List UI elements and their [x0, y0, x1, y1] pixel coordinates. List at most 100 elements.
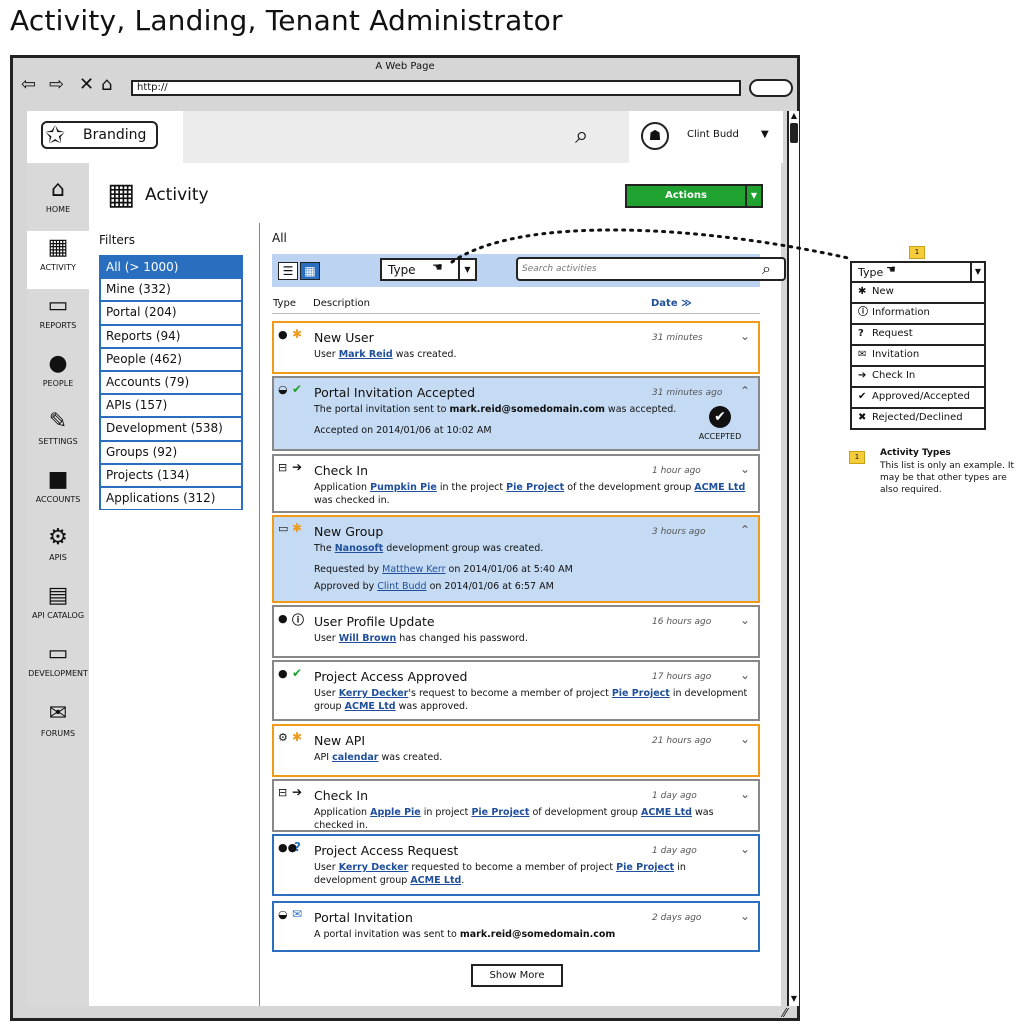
- application-link[interactable]: Pumpkin Pie: [370, 482, 437, 493]
- type-option-approved[interactable]: ✔ Approved/Accepted: [850, 388, 986, 409]
- user-menu[interactable]: ☗ Clint Budd ▼: [629, 111, 783, 163]
- scroll-thumb[interactable]: [790, 123, 798, 143]
- user-link[interactable]: Matthew Kerr: [382, 564, 445, 575]
- activity-description: User Will Brown has changed his password…: [314, 633, 750, 646]
- caret-down-icon[interactable]: ▼: [970, 263, 984, 281]
- chevron-down-icon[interactable]: ⌄: [740, 732, 750, 746]
- filter-all[interactable]: All (> 1000): [99, 255, 243, 279]
- close-icon[interactable]: ✕: [79, 76, 94, 94]
- user-link[interactable]: Clint Budd: [377, 581, 426, 592]
- nav-forums[interactable]: ✉ FORUMS: [27, 697, 89, 755]
- resize-grip-icon[interactable]: ⁄⁄: [783, 1006, 787, 1020]
- chevron-down-icon[interactable]: ⌄: [740, 613, 750, 627]
- type-option-new[interactable]: ✱ New: [850, 283, 986, 304]
- type-option-request[interactable]: ? Request: [850, 325, 986, 346]
- type-select[interactable]: Type ☚ ▼: [380, 258, 477, 281]
- filter-portal[interactable]: Portal (204): [99, 301, 243, 325]
- user-link[interactable]: Mark Reid: [339, 349, 393, 360]
- nav-activity[interactable]: ▦ ACTIVITY: [27, 231, 89, 289]
- application-link[interactable]: Apple Pie: [370, 807, 421, 818]
- text: 's request to become a member of project: [408, 688, 612, 699]
- api-link[interactable]: calendar: [332, 752, 378, 763]
- chevron-down-icon[interactable]: ⌄: [740, 842, 750, 856]
- chevron-up-icon[interactable]: ⌃: [740, 523, 750, 537]
- filter-development[interactable]: Development (538): [99, 417, 243, 441]
- type-option-rejected[interactable]: ✖ Rejected/Declined: [850, 409, 986, 430]
- caret-down-icon[interactable]: ▼: [745, 186, 761, 206]
- project-link[interactable]: Pie Project: [471, 807, 529, 818]
- scroll-down-icon[interactable]: ▼: [789, 994, 799, 1004]
- chevron-up-icon[interactable]: ⌃: [740, 384, 750, 398]
- activity-title: Check In: [314, 463, 369, 478]
- type-option-information[interactable]: ⓘ Information: [850, 304, 986, 325]
- activity-card-project-access-request[interactable]: ●● ? Project Access Request 1 day ago ⌄ …: [272, 834, 760, 896]
- user-link[interactable]: Kerry Decker: [339, 862, 409, 873]
- grid-view-icon[interactable]: ▦: [300, 262, 320, 280]
- nav-apis[interactable]: ⚙ APIS: [27, 521, 89, 579]
- type-option-check-in[interactable]: ➔ Check In: [850, 367, 986, 388]
- nav-api-catalog[interactable]: ▤ API CATALOG: [27, 579, 89, 637]
- group-link[interactable]: ACME Ltd: [410, 875, 461, 886]
- search-icon[interactable]: ⌕: [762, 259, 771, 279]
- filter-people[interactable]: People (462): [99, 347, 243, 371]
- activity-card-portal-invitation[interactable]: ◒ ✉ Portal Invitation 2 days ago ⌄ A por…: [272, 901, 760, 952]
- chevron-down-icon[interactable]: ⌄: [740, 668, 750, 682]
- nav-reports[interactable]: ▭ REPORTS: [27, 289, 89, 347]
- nav-home[interactable]: ⌂ HOME: [27, 173, 89, 231]
- chevron-down-icon[interactable]: ⌄: [740, 462, 750, 476]
- activity-time: 16 hours ago: [652, 617, 712, 627]
- caret-down-icon[interactable]: ▼: [761, 129, 769, 140]
- caret-down-icon[interactable]: ▼: [458, 260, 475, 279]
- branding-button[interactable]: ✩ Branding: [41, 121, 158, 149]
- asterisk-icon: ✱: [292, 730, 303, 744]
- project-link[interactable]: Pie Project: [612, 688, 670, 699]
- user-link[interactable]: Will Brown: [339, 633, 397, 644]
- nav-settings[interactable]: ✎ SETTINGS: [27, 405, 89, 463]
- nav-label: DEVELOPMENT: [28, 669, 88, 678]
- filter-apis[interactable]: APIs (157): [99, 394, 243, 418]
- filter-projects[interactable]: Projects (134): [99, 463, 243, 487]
- column-header-date[interactable]: Date ≫: [651, 298, 692, 309]
- vertical-scrollbar[interactable]: ▲ ▼: [787, 111, 799, 1006]
- scroll-up-icon[interactable]: ▲: [789, 111, 799, 121]
- group-link[interactable]: ACME Ltd: [694, 482, 745, 493]
- type-select-expanded[interactable]: Type ☚ ▼: [850, 261, 986, 283]
- group-link[interactable]: ACME Ltd: [345, 701, 396, 712]
- activity-card-portal-invitation-accepted[interactable]: ◒ ✔ Portal Invitation Accepted 31 minute…: [272, 376, 760, 451]
- chevron-down-icon[interactable]: ⌄: [740, 787, 750, 801]
- activity-card-project-access-approved[interactable]: ● ✔ Project Access Approved 17 hours ago…: [272, 660, 760, 721]
- user-link[interactable]: Kerry Decker: [339, 688, 409, 699]
- list-view-icon[interactable]: ☰: [278, 262, 298, 280]
- filter-applications[interactable]: Applications (312): [99, 486, 243, 511]
- show-more-button[interactable]: Show More: [471, 964, 563, 987]
- chevron-down-icon[interactable]: ⌄: [740, 329, 750, 343]
- activity-card-new-api[interactable]: ⚙ ✱ New API 21 hours ago ⌄ API calendar …: [272, 724, 760, 777]
- activity-card-user-profile-update[interactable]: ● ⓘ User Profile Update 16 hours ago ⌄ U…: [272, 605, 760, 658]
- address-bar[interactable]: http://: [131, 80, 741, 96]
- search-icon[interactable]: ⌕: [575, 121, 588, 149]
- project-link[interactable]: Pie Project: [616, 862, 674, 873]
- activity-card-check-in[interactable]: ⊟ ➔ Check In 1 hour ago ⌄ Application Pu…: [272, 454, 760, 513]
- project-link[interactable]: Pie Project: [506, 482, 564, 493]
- group-link[interactable]: ACME Ltd: [641, 807, 692, 818]
- type-option-invitation[interactable]: ✉ Invitation: [850, 346, 986, 367]
- filter-groups[interactable]: Groups (92): [99, 440, 243, 464]
- activity-card-new-group[interactable]: ▭ ✱ New Group 3 hours ago ⌃ The Nanosoft…: [272, 515, 760, 603]
- actions-button[interactable]: Actions ▼: [625, 184, 763, 208]
- activity-title: New API: [314, 733, 366, 748]
- group-link[interactable]: Nanosoft: [335, 543, 384, 554]
- activity-card-check-in[interactable]: ⊟ ➔ Check In 1 day ago ⌄ Application App…: [272, 779, 760, 832]
- back-arrow-icon[interactable]: ⇦: [21, 76, 36, 94]
- nav-accounts[interactable]: ■ ACCOUNTS: [27, 463, 89, 521]
- search-input[interactable]: [522, 261, 752, 277]
- browser-search-field[interactable]: [749, 79, 793, 97]
- filter-reports[interactable]: Reports (94): [99, 324, 243, 348]
- activity-card-new-user[interactable]: ● ✱ New User 31 minutes ⌄ User Mark Reid…: [272, 321, 760, 374]
- nav-people[interactable]: ● PEOPLE: [27, 347, 89, 405]
- nav-development[interactable]: ▭ DEVELOPMENT: [27, 637, 89, 695]
- filter-mine[interactable]: Mine (332): [99, 278, 243, 302]
- chevron-down-icon[interactable]: ⌄: [740, 909, 750, 923]
- forward-arrow-icon[interactable]: ⇨: [49, 76, 64, 94]
- home-icon[interactable]: ⌂: [101, 76, 112, 94]
- filter-accounts[interactable]: Accounts (79): [99, 370, 243, 395]
